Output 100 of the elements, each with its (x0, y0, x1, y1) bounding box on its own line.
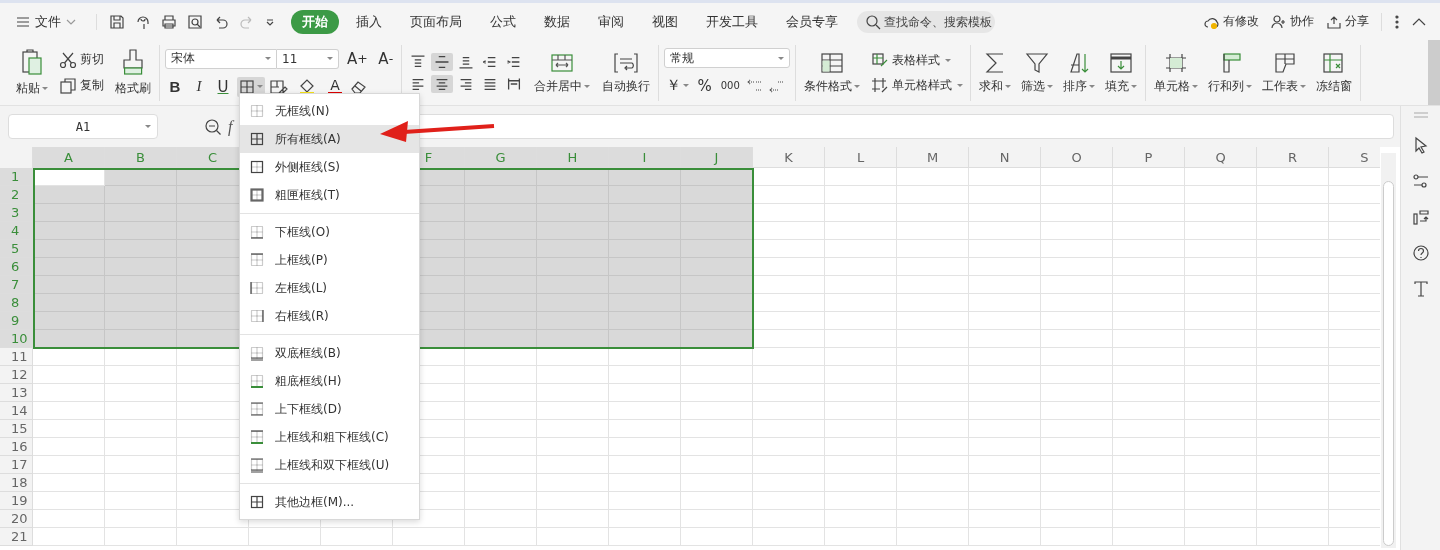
grid-cell[interactable] (105, 420, 177, 438)
grid-cell[interactable] (1185, 420, 1257, 438)
grid-cell[interactable] (1185, 348, 1257, 366)
bold-button[interactable]: B (165, 76, 185, 97)
column-header[interactable]: P (1113, 147, 1185, 168)
grid-cell[interactable] (393, 528, 465, 546)
grid-cell[interactable] (825, 258, 897, 276)
grid-cell[interactable] (33, 420, 105, 438)
align-button[interactable] (430, 74, 453, 93)
grid-cell[interactable] (609, 528, 681, 546)
brush-icon[interactable] (135, 13, 151, 30)
grid-cell[interactable] (753, 186, 825, 204)
grid-cell[interactable] (681, 438, 753, 456)
row-header[interactable]: 17 (0, 456, 33, 474)
grid-cell[interactable] (681, 528, 753, 546)
grid-cell[interactable] (1257, 258, 1329, 276)
grid-cell[interactable] (753, 348, 825, 366)
thousands-button[interactable]: 000 (718, 78, 742, 93)
grid-cell[interactable] (897, 168, 969, 186)
grid-cell[interactable] (609, 384, 681, 402)
grid-cell[interactable] (681, 330, 753, 348)
grid-cell[interactable] (1113, 204, 1185, 222)
toolbar-action[interactable]: 分享 (1326, 13, 1369, 30)
row-header[interactable]: 20 (0, 510, 33, 528)
grid-cell[interactable] (969, 186, 1041, 204)
grid-cell[interactable] (897, 186, 969, 204)
row-header[interactable]: 14 (0, 402, 33, 420)
grid-cell[interactable] (897, 366, 969, 384)
number-format-field[interactable]: 常规 (663, 48, 790, 68)
grid-cell[interactable] (33, 258, 105, 276)
row-header[interactable]: 21 (0, 528, 33, 546)
grid-cell[interactable] (465, 492, 537, 510)
column-header[interactable]: M (897, 147, 969, 168)
grid-cell[interactable] (1257, 456, 1329, 474)
grid-cell[interactable] (897, 348, 969, 366)
grid-cell[interactable] (1257, 276, 1329, 294)
menu-item[interactable]: 上框线和粗下框线(C) (240, 423, 419, 451)
grid-cell[interactable] (33, 510, 105, 528)
more-icon[interactable] (1394, 13, 1400, 30)
grid-cell[interactable] (753, 294, 825, 312)
grid-cell[interactable] (1113, 276, 1185, 294)
grid-cell[interactable] (825, 384, 897, 402)
grid-cell[interactable] (1257, 330, 1329, 348)
menu-item[interactable]: 上框线和双下框线(U) (240, 451, 419, 479)
grid-cell[interactable] (753, 492, 825, 510)
menu-item[interactable]: 粗底框线(H) (240, 367, 419, 395)
grid-cell[interactable] (897, 384, 969, 402)
preview-icon[interactable] (187, 13, 203, 30)
borders-button[interactable] (237, 76, 265, 97)
grid-cell[interactable] (1041, 348, 1113, 366)
grid-cell[interactable] (33, 240, 105, 258)
grid-cell[interactable] (969, 474, 1041, 492)
grid-cell[interactable] (753, 258, 825, 276)
copy-button[interactable]: 复制 (57, 75, 106, 96)
grid-cell[interactable] (1113, 438, 1185, 456)
align-button[interactable] (430, 52, 453, 71)
grid-cell[interactable] (1185, 312, 1257, 330)
grid-cell[interactable] (1113, 402, 1185, 420)
menu-item[interactable]: 右框线(R) (240, 302, 419, 330)
grid-cell[interactable] (1113, 312, 1185, 330)
grid-cell[interactable] (33, 204, 105, 222)
grid-cell[interactable] (1257, 312, 1329, 330)
grid-cell[interactable] (537, 492, 609, 510)
grid-cell[interactable] (753, 276, 825, 294)
grid-cell[interactable] (465, 384, 537, 402)
grid-cell[interactable] (969, 258, 1041, 276)
grid-cell[interactable] (33, 294, 105, 312)
grid-cell[interactable] (33, 492, 105, 510)
grid-cell[interactable] (1041, 366, 1113, 384)
grid-cell[interactable] (897, 294, 969, 312)
menu-item[interactable]: 双底框线(B) (240, 339, 419, 367)
grid-cell[interactable] (825, 312, 897, 330)
ribbon-tab[interactable]: 公式 (479, 9, 527, 34)
grid-cell[interactable] (1113, 294, 1185, 312)
grid-cell[interactable] (969, 348, 1041, 366)
grid-cell[interactable] (177, 528, 249, 546)
ribbon-button[interactable]: 排序 (1059, 48, 1098, 97)
grid-cell[interactable] (1113, 474, 1185, 492)
menu-item[interactable]: 其他边框(M)... (240, 488, 419, 516)
grid-cell[interactable] (33, 402, 105, 420)
grid-cell[interactable] (969, 204, 1041, 222)
grid-cell[interactable] (969, 294, 1041, 312)
grid-cell[interactable] (1041, 492, 1113, 510)
grid-cell[interactable] (609, 492, 681, 510)
menu-item[interactable]: 下框线(O) (240, 218, 419, 246)
grid-cell[interactable] (681, 510, 753, 528)
grid-cell[interactable] (465, 366, 537, 384)
grid-cell[interactable] (825, 366, 897, 384)
percent-button[interactable]: % (694, 74, 715, 97)
grid-cell[interactable] (825, 492, 897, 510)
grid-cell[interactable] (825, 438, 897, 456)
scroll-right-button[interactable] (1428, 40, 1440, 105)
grid-cell[interactable] (897, 438, 969, 456)
column-header[interactable]: K (753, 147, 825, 168)
grid-cell[interactable] (681, 492, 753, 510)
grid-cell[interactable] (1041, 528, 1113, 546)
grid-cell[interactable] (465, 420, 537, 438)
grid-cell[interactable] (1041, 294, 1113, 312)
grid-cell[interactable] (33, 528, 105, 546)
row-header[interactable]: 19 (0, 492, 33, 510)
